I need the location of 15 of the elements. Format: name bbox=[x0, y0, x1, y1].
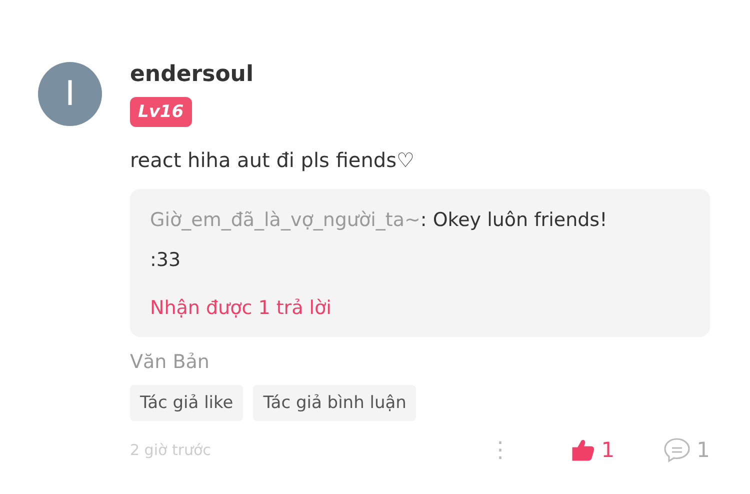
like-button[interactable]: 1 bbox=[571, 438, 615, 462]
avatar-letter: I bbox=[64, 74, 76, 114]
more-button[interactable]: ⋮ bbox=[489, 438, 512, 462]
tag: Tác giả bình luận bbox=[253, 385, 416, 421]
category-label: Văn Bản bbox=[130, 350, 210, 375]
reply-text: :33 bbox=[150, 248, 182, 273]
reply-button[interactable]: 1 bbox=[662, 437, 710, 463]
reply-text: Giờ_em_đã_là_vợ_người_ta~: Okey luôn friends! bbox=[150, 208, 608, 233]
comment-text: react hiha aut đi pls fiends♡ bbox=[130, 147, 416, 173]
username[interactable]: endersoul bbox=[130, 62, 710, 88]
reply-count-link[interactable]: Nhận được 1 trả lời bbox=[150, 295, 690, 321]
thumbs-up-icon bbox=[571, 439, 596, 461]
comment-icon bbox=[662, 437, 691, 463]
tag: Tác giả like bbox=[130, 385, 244, 421]
level-badge: Lv16 bbox=[130, 97, 192, 127]
